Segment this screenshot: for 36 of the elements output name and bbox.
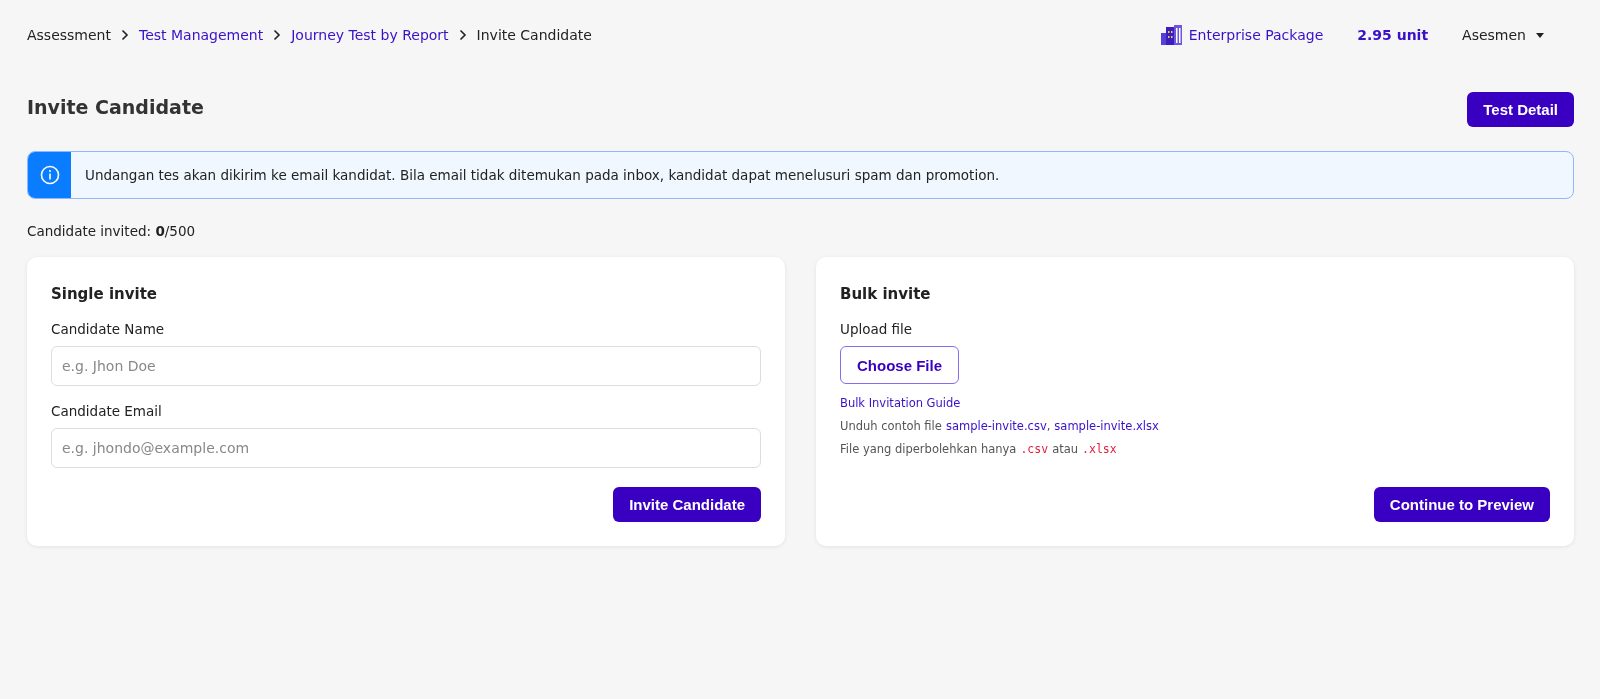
invited-count: Candidate invited: 0/500 [27,223,197,239]
field-label: Upload file [840,321,914,337]
hint-text: Unduh contoh file [840,419,942,433]
sample-file-link[interactable]: sample-invite.csv [945,419,1047,433]
input-field[interactable]: e.g. Jhon Doe [51,346,761,386]
choose-file-button[interactable]: Choose File [840,346,959,384]
hint-text: File yang diperbolehkan hanya [840,442,1017,456]
card-title: Bulk invite [840,285,932,303]
breadcrumb-link[interactable]: Journey Test by Report [291,27,449,43]
breadcrumb-item: Assessment [27,27,111,43]
invite-candidate-button[interactable]: Invite Candidate [613,487,761,522]
input-field[interactable]: e.g. jhondo@example.com [51,428,761,468]
field-label: Candidate Name [51,321,166,337]
field-label: Candidate Email [51,403,163,419]
card-title: Single invite [51,285,158,303]
chevron-icon [121,29,129,41]
package-link[interactable]: Enterprise Package [1188,27,1324,43]
breadcrumb-link[interactable]: Test Management [139,27,264,43]
file-extension: .xlsx [1082,442,1117,456]
test-detail-button[interactable]: Test Detail [1467,92,1574,127]
separator-text: , [1046,419,1051,433]
chevron-icon [458,29,467,41]
caret-icon [1536,32,1544,38]
chevron-icon [273,29,282,41]
building-icon [1160,25,1183,45]
unit-balance: 2.95 unit [1357,27,1429,43]
sample-file-link[interactable]: sample-invite.xlsx [1054,419,1159,433]
page-title: Invite Candidate [27,95,204,118]
user-menu[interactable]: Asesmen [1462,27,1544,43]
file-extension: .csv [1020,442,1049,456]
continue-to-preview-button[interactable]: Continue to Preview [1373,487,1550,522]
info-message: Undangan tes akan dikirim ke email kandidat. Bila email tidak ditemukan pada inbox, kandidat dapat menelusuri spam dan promotion. [85,167,1000,183]
guide-link[interactable]: Bulk Invitation Guide [840,396,961,410]
info-icon [39,165,60,185]
breadcrumb-item: Invite Candidate [476,27,592,43]
hint-text: atau [1052,442,1079,456]
